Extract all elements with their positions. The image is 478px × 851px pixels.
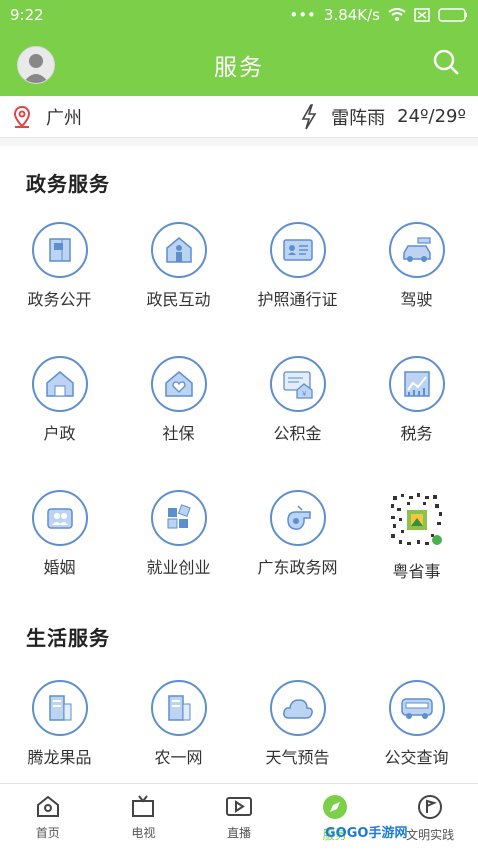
couple-icon [31, 490, 88, 546]
battery-icon [438, 8, 467, 22]
city-label[interactable]: 广州 [46, 104, 82, 130]
service-label: 就业创业 [146, 558, 211, 577]
service-item-driving[interactable]: 驾驶 [357, 222, 476, 310]
service-label: 天气预告 [265, 748, 330, 767]
page-title: 服务 [214, 55, 264, 81]
service-item-weather-forecast[interactable]: 天气预告 [238, 680, 357, 768]
app-bar: 服务 [0, 30, 478, 96]
nav-label: 首页 [35, 826, 60, 840]
fund-house-icon: ¥ [269, 356, 326, 412]
status-icons: ••• 3.84K/s [289, 6, 468, 24]
house-person-icon [150, 222, 207, 278]
house-heart-icon [150, 356, 207, 412]
lightning-icon [301, 103, 317, 129]
search-icon[interactable] [432, 48, 460, 76]
service-item-bus-query[interactable]: 公交查询 [357, 680, 476, 768]
sim-icon [414, 8, 430, 22]
status-bar: 9:22 ••• 3.84K/s [0, 0, 478, 30]
status-time: 9:22 [10, 6, 44, 24]
service-label: 驾驶 [400, 290, 433, 309]
bus-icon [388, 680, 445, 736]
divider [0, 138, 478, 146]
watermark: GOGO手游网 [325, 826, 408, 841]
building-icon [150, 680, 207, 736]
cloud-icon [269, 680, 326, 736]
nav-item-live[interactable]: 直播 [191, 784, 287, 851]
nav-item-tv[interactable]: 电视 [96, 784, 192, 851]
service-label: 腾龙果品 [27, 748, 92, 767]
video-icon [225, 797, 252, 816]
flag-icon [418, 795, 443, 819]
service-label: 农一网 [154, 748, 203, 767]
building-icon [31, 680, 88, 736]
tv-icon [132, 795, 155, 817]
car-icon [388, 222, 445, 278]
service-item-social-security[interactable]: 社保 [119, 356, 238, 444]
service-item-nongyi-net[interactable]: 农一网 [119, 680, 238, 768]
service-item-interaction[interactable]: 政民互动 [119, 222, 238, 310]
service-label: 社保 [162, 424, 195, 443]
id-card-icon [269, 222, 326, 278]
dots-icon: ••• [289, 6, 316, 24]
location-pin-icon [13, 105, 31, 128]
service-label: 户政 [43, 424, 76, 443]
service-item-household[interactable]: 户政 [0, 356, 119, 444]
svg-text:¥: ¥ [302, 390, 307, 398]
service-item-yueshengshi[interactable]: 粤省事 [357, 490, 476, 582]
chart-icon [388, 356, 445, 412]
qr-code-icon [386, 490, 447, 550]
service-label: 公积金 [273, 424, 322, 443]
blocks-icon [150, 490, 207, 546]
whistle-icon [269, 490, 326, 546]
nav-item-home[interactable]: 首页 [0, 784, 96, 851]
service-label: 政务公开 [27, 290, 92, 309]
weather-temperature: 24º/29º [397, 106, 466, 127]
network-speed: 3.84K/s [323, 6, 380, 24]
service-item-employment[interactable]: 就业创业 [119, 490, 238, 578]
weather-condition: 雷阵雨 [331, 107, 386, 129]
weather-bar: 广州 雷阵雨 24º/29º [0, 96, 478, 138]
service-item-government-info[interactable]: 政务公开 [0, 222, 119, 310]
service-label: 广东政务网 [257, 558, 338, 577]
service-label: 婚姻 [43, 558, 76, 577]
service-item-tax[interactable]: 税务 [357, 356, 476, 444]
service-item-gd-gov-net[interactable]: 广东政务网 [238, 490, 357, 578]
section-title-life: 生活服务 [26, 626, 110, 650]
service-item-marriage[interactable]: 婚姻 [0, 490, 119, 578]
flag-document-icon [31, 222, 88, 278]
weather-info: 雷阵雨 24º/29º [299, 103, 466, 131]
service-label: 政民互动 [146, 290, 211, 309]
service-label: 公交查询 [384, 748, 449, 767]
section-title-government: 政务服务 [26, 172, 110, 196]
nav-label: 电视 [131, 826, 156, 840]
compass-icon [322, 795, 347, 819]
service-label: 粤省事 [392, 562, 441, 581]
service-item-housing-fund[interactable]: ¥ 公积金 [238, 356, 357, 444]
service-label: 护照通行证 [257, 290, 338, 309]
wifi-icon [388, 8, 406, 21]
service-label: 税务 [400, 424, 433, 443]
service-item-tenglong-fruit[interactable]: 腾龙果品 [0, 680, 119, 768]
service-item-passport[interactable]: 护照通行证 [238, 222, 357, 310]
house-icon [31, 356, 88, 412]
nav-label: 直播 [226, 826, 251, 840]
home-icon [36, 795, 59, 817]
